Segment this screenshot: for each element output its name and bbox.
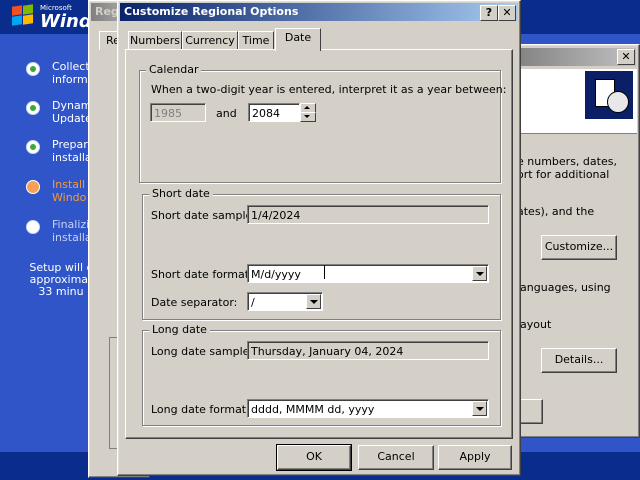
chevron-down-icon[interactable] bbox=[472, 266, 487, 281]
year-spinner[interactable] bbox=[300, 103, 316, 122]
apply-button[interactable]: Apply bbox=[438, 445, 512, 470]
regional-options-dialog: ✕ e numbers, dates, ort for additional a… bbox=[503, 44, 640, 438]
regional-text: e numbers, dates, bbox=[517, 155, 617, 168]
year-to-field[interactable]: 2084 bbox=[248, 103, 300, 122]
close-icon: ✕ bbox=[621, 50, 631, 63]
close-button[interactable]: ✕ bbox=[498, 5, 516, 21]
long-date-sample-label: Long date sample: bbox=[151, 345, 254, 358]
long-date-format-combo[interactable]: dddd, MMMM dd, yyyy bbox=[247, 399, 489, 418]
setup-time-remaining: Setup will c approximat 33 minu bbox=[29, 262, 93, 298]
short-date-format-combo[interactable]: M/d/yyyy bbox=[247, 264, 489, 283]
date-separator-label: Date separator: bbox=[151, 296, 238, 309]
short-date-group: Short date Short date sample: 1/4/2024 S… bbox=[142, 187, 501, 320]
spin-down-icon[interactable] bbox=[300, 112, 316, 122]
date-tab-panel: Calendar When a two-digit year is entere… bbox=[125, 49, 513, 439]
tab-numbers[interactable]: Numbers bbox=[128, 31, 182, 50]
regional-text: languages, using bbox=[517, 281, 611, 294]
regional-header-panel bbox=[513, 69, 637, 134]
short-date-format-label: Short date format: bbox=[151, 268, 253, 281]
regional-globe-icon bbox=[585, 71, 633, 119]
calendar-group: Calendar When a two-digit year is entere… bbox=[139, 63, 506, 183]
short-date-sample-label: Short date sample: bbox=[151, 209, 257, 222]
dialog-titlebar: Customize Regional Options bbox=[120, 3, 518, 21]
windows-flag-icon bbox=[12, 4, 34, 26]
two-digit-year-instruction: When a two-digit year is entered, interp… bbox=[151, 83, 507, 96]
date-separator-combo[interactable]: / bbox=[247, 292, 323, 311]
help-button[interactable]: ? bbox=[480, 5, 498, 21]
tab-time[interactable]: Time bbox=[238, 31, 274, 50]
date-separator-value: / bbox=[251, 296, 255, 309]
regional-close-button[interactable]: ✕ bbox=[617, 49, 635, 65]
step-pending-icon bbox=[26, 220, 40, 234]
help-icon: ? bbox=[485, 6, 493, 19]
regional-text: layout bbox=[517, 318, 552, 331]
and-label: and bbox=[216, 107, 237, 120]
details-button[interactable]: Details... bbox=[541, 348, 617, 373]
tab-currency[interactable]: Currency bbox=[182, 31, 238, 50]
calendar-group-label: Calendar bbox=[146, 63, 202, 77]
chevron-down-icon[interactable] bbox=[472, 401, 487, 416]
step-current-icon bbox=[26, 180, 40, 194]
long-date-format-value: dddd, MMMM dd, yyyy bbox=[251, 403, 375, 416]
tab-date[interactable]: Date bbox=[275, 28, 321, 51]
year-from-field: 1985 bbox=[150, 103, 206, 122]
long-date-format-label: Long date format: bbox=[151, 403, 250, 416]
close-icon: ✕ bbox=[502, 6, 512, 19]
regional-text: ates), and the bbox=[517, 205, 595, 218]
customize-button[interactable]: Customize... bbox=[541, 235, 617, 260]
short-date-group-label: Short date bbox=[149, 187, 213, 201]
text-cursor-icon bbox=[324, 265, 325, 279]
step-complete-icon bbox=[26, 140, 40, 154]
customize-regional-options-dialog: Customize Regional Options ? ✕ Numbers C… bbox=[117, 0, 521, 476]
regional-text: ort for additional bbox=[517, 168, 610, 181]
long-date-sample-field: Thursday, January 04, 2024 bbox=[247, 341, 489, 360]
ok-button[interactable]: OK bbox=[276, 444, 352, 471]
chevron-down-icon[interactable] bbox=[306, 294, 321, 309]
step-complete-icon bbox=[26, 101, 40, 115]
dialog-title: Customize Regional Options bbox=[124, 5, 299, 18]
short-date-format-value: M/d/yyyy bbox=[251, 268, 301, 281]
cancel-button[interactable]: Cancel bbox=[358, 445, 434, 470]
step-complete-icon bbox=[26, 62, 40, 76]
long-date-group-label: Long date bbox=[149, 323, 210, 337]
short-date-sample-field: 1/4/2024 bbox=[247, 205, 489, 224]
long-date-group: Long date Long date sample: Thursday, Ja… bbox=[142, 323, 501, 426]
